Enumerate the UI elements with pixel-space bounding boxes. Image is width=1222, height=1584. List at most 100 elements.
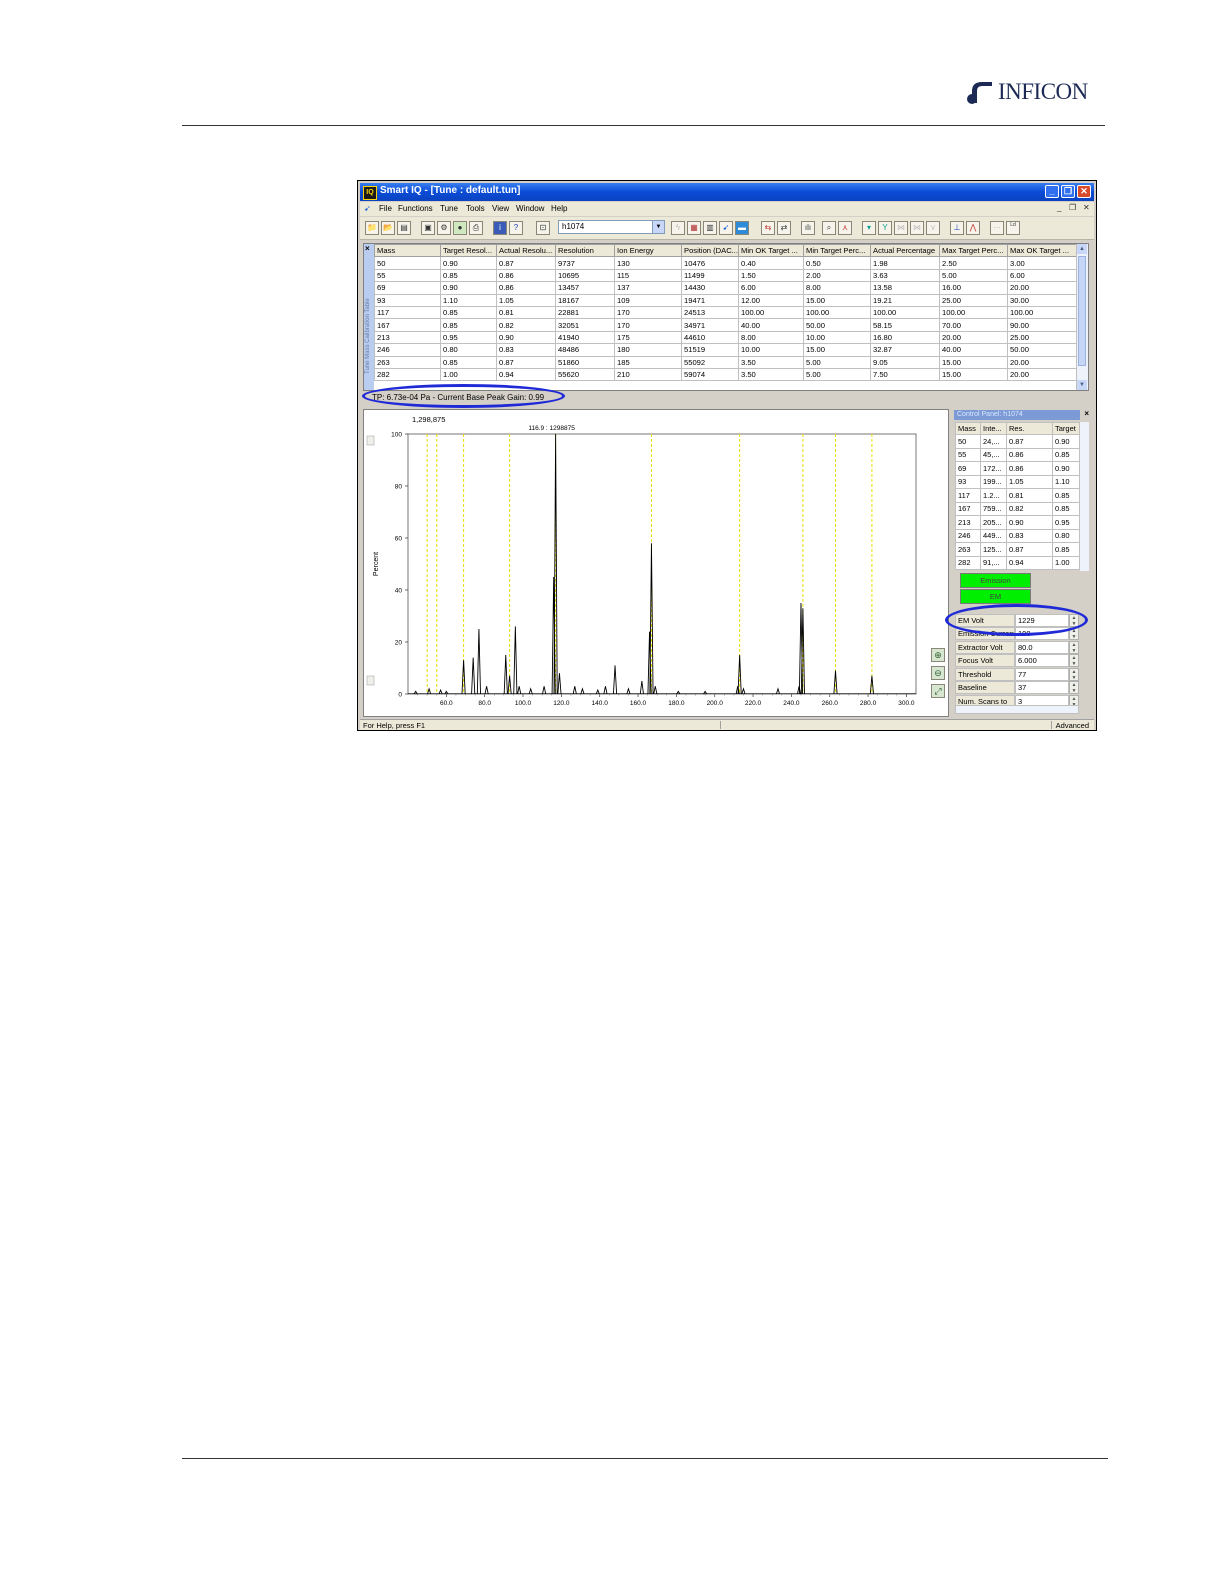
table-cell[interactable]: 40.00 [738, 318, 804, 332]
table-cell[interactable]: 16.00 [939, 281, 1008, 295]
spinner-icon[interactable]: ▲ ▼ [1069, 654, 1079, 667]
table-cell[interactable]: 0.86 [496, 281, 556, 295]
table-cell[interactable]: 55 [374, 268, 441, 283]
table-cell[interactable]: 0.85 [440, 268, 497, 283]
table-cell[interactable]: 0.87 [496, 256, 556, 270]
table-cell[interactable]: 44610 [681, 330, 739, 345]
menu-functions[interactable]: Functions [398, 204, 433, 213]
table-cell[interactable]: 24513 [681, 305, 739, 320]
cp-table-row[interactable]: 117 1.2... 0.81 0.85 [955, 488, 1080, 503]
table-cell[interactable]: 50 [374, 256, 441, 270]
table-cell[interactable]: 3.63 [870, 268, 940, 283]
table-cell[interactable]: 263 [374, 355, 441, 369]
table-cell[interactable]: 100.00 [803, 305, 871, 320]
table-cell[interactable]: 13457 [555, 281, 615, 295]
menu-view[interactable]: View [492, 204, 509, 213]
table-cell[interactable]: 9737 [555, 256, 615, 270]
control-panel-close-icon[interactable]: × [1084, 409, 1089, 418]
table-cell[interactable]: 246 [374, 343, 441, 357]
col-header-min-target-percent[interactable]: Min Target Perc... [803, 244, 871, 258]
table-cell[interactable]: 18167 [555, 293, 615, 307]
table-cell[interactable]: 1.05 [496, 293, 556, 307]
cp-table-row[interactable]: 213 205... 0.90 0.95 [955, 515, 1080, 530]
cp-table-cell[interactable]: 0.80 [1052, 528, 1080, 543]
cp-col-resolution[interactable]: Res. [1006, 422, 1053, 435]
zoom-fit-icon[interactable]: ⤢ [931, 684, 945, 698]
cp-table-cell[interactable]: 1.00 [1052, 555, 1080, 570]
peak-compare-icon[interactable]: ⇆ [761, 221, 775, 235]
cp-table-row[interactable]: 167 759... 0.82 0.85 [955, 501, 1080, 516]
about-icon[interactable]: i [493, 221, 507, 235]
table-cell[interactable]: 19.21 [870, 293, 940, 307]
col-header-target-resolution[interactable]: Target Resol... [440, 244, 497, 258]
table-cell[interactable]: 100.00 [939, 305, 1008, 320]
filter-two-icon[interactable]: Y [878, 221, 892, 235]
scroll-down-icon[interactable]: ▼ [1077, 380, 1087, 390]
table-cell[interactable]: 15.00 [803, 343, 871, 357]
table-cell[interactable]: 115 [614, 268, 682, 283]
table-cell[interactable]: 0.83 [496, 343, 556, 357]
spinner-icon[interactable]: ▲ ▼ [1069, 641, 1079, 654]
table-cell[interactable]: 11499 [681, 268, 739, 283]
table-cell[interactable]: 32051 [555, 318, 615, 332]
table-cell[interactable]: 1.00 [440, 367, 497, 382]
menu-window[interactable]: Window [516, 204, 544, 213]
cp-table-row[interactable]: 50 24,... 0.87 0.90 [955, 434, 1080, 449]
col-header-max-target-percent[interactable]: Max Target Perc... [939, 244, 1008, 258]
cp-table-row[interactable]: 69 172... 0.86 0.90 [955, 461, 1080, 476]
table-cell[interactable]: 15.00 [939, 355, 1008, 369]
split-peak-icon[interactable]: ⋏ [838, 221, 852, 235]
table-cell[interactable]: 100.00 [870, 305, 940, 320]
print-icon[interactable]: ⎙ [469, 221, 483, 235]
table-row[interactable]: 213 0.95 0.90 41940 175 44610 8.00 10.00 16.80 20… [374, 330, 1077, 345]
table-cell[interactable]: 117 [374, 305, 441, 320]
cp-table-cell[interactable]: 0.85 [1052, 542, 1080, 557]
spinner-icon[interactable]: ▲ ▼ [1069, 695, 1079, 705]
table-cell[interactable]: 69 [374, 281, 441, 295]
table-cell[interactable]: 51519 [681, 343, 739, 357]
table-cell[interactable]: 58.15 [870, 318, 940, 332]
col-header-min-ok-target[interactable]: Min OK Target ... [738, 244, 804, 258]
mdi-document-icon[interactable]: ➹ [364, 204, 371, 213]
table-cell[interactable]: 59074 [681, 367, 739, 382]
table-cell[interactable]: 34971 [681, 318, 739, 332]
peak-adjust-icon[interactable]: ⇄ [777, 221, 791, 235]
table-cell[interactable]: 40.00 [939, 343, 1008, 357]
autotune-icon[interactable]: ➹ [719, 221, 733, 235]
spinner-icon[interactable]: ▲ ▼ [1069, 681, 1079, 694]
table-cell[interactable]: 0.85 [440, 318, 497, 332]
param-value-input[interactable]: 37 [1015, 681, 1069, 694]
table-cell[interactable]: 20.00 [1007, 355, 1077, 369]
bar-graph-icon[interactable]: ılı [801, 221, 815, 235]
cp-table-row[interactable]: 55 45,... 0.86 0.85 [955, 447, 1080, 462]
table-cell[interactable]: 0.87 [496, 355, 556, 369]
table-cell[interactable]: 0.50 [803, 256, 871, 270]
peak-width-icon[interactable]: ⋀ [966, 221, 980, 235]
cp-table-row[interactable]: 93 199... 1.05 1.10 [955, 474, 1080, 489]
display-icon[interactable]: ▬ [735, 221, 749, 235]
table-cell[interactable]: 10476 [681, 256, 739, 270]
disabled-tool-4-icon[interactable]: ⋯ [990, 221, 1004, 235]
table-row[interactable]: 50 0.90 0.87 9737 130 10476 0.40 0.50 1.98 2.50 3.… [374, 256, 1077, 270]
table-cell[interactable]: 3.50 [738, 355, 804, 369]
table-cell[interactable]: 0.82 [496, 318, 556, 332]
table-cell[interactable]: 15.00 [939, 367, 1008, 382]
table-cell[interactable]: 90.00 [1007, 318, 1077, 332]
table-cell[interactable]: 55092 [681, 355, 739, 369]
zoom-in-icon[interactable]: ⊕ [931, 648, 945, 662]
table-cell[interactable]: 282 [374, 367, 441, 382]
cp-table-cell[interactable]: 0.95 [1052, 515, 1080, 530]
table-cell[interactable]: 0.95 [440, 330, 497, 345]
scrollbar-thumb[interactable] [1078, 256, 1086, 366]
spinner-icon[interactable]: ▲ ▼ [1069, 668, 1079, 681]
col-header-resolution[interactable]: Resolution [555, 244, 615, 258]
table-cell[interactable]: 0.90 [496, 330, 556, 345]
run-icon[interactable]: ● [453, 221, 467, 235]
mdi-minimize-icon[interactable]: _ [1057, 203, 1061, 212]
cp-table-row[interactable]: 263 125... 0.87 0.85 [955, 542, 1080, 557]
table-row[interactable]: 117 0.85 0.81 22881 170 24513 100.00 100.00 100.… [374, 305, 1077, 320]
report-icon[interactable]: ▤ [397, 221, 411, 235]
table-cell[interactable]: 5.00 [939, 268, 1008, 283]
menu-help[interactable]: Help [551, 204, 567, 213]
table-cell[interactable]: 1.10 [440, 293, 497, 307]
